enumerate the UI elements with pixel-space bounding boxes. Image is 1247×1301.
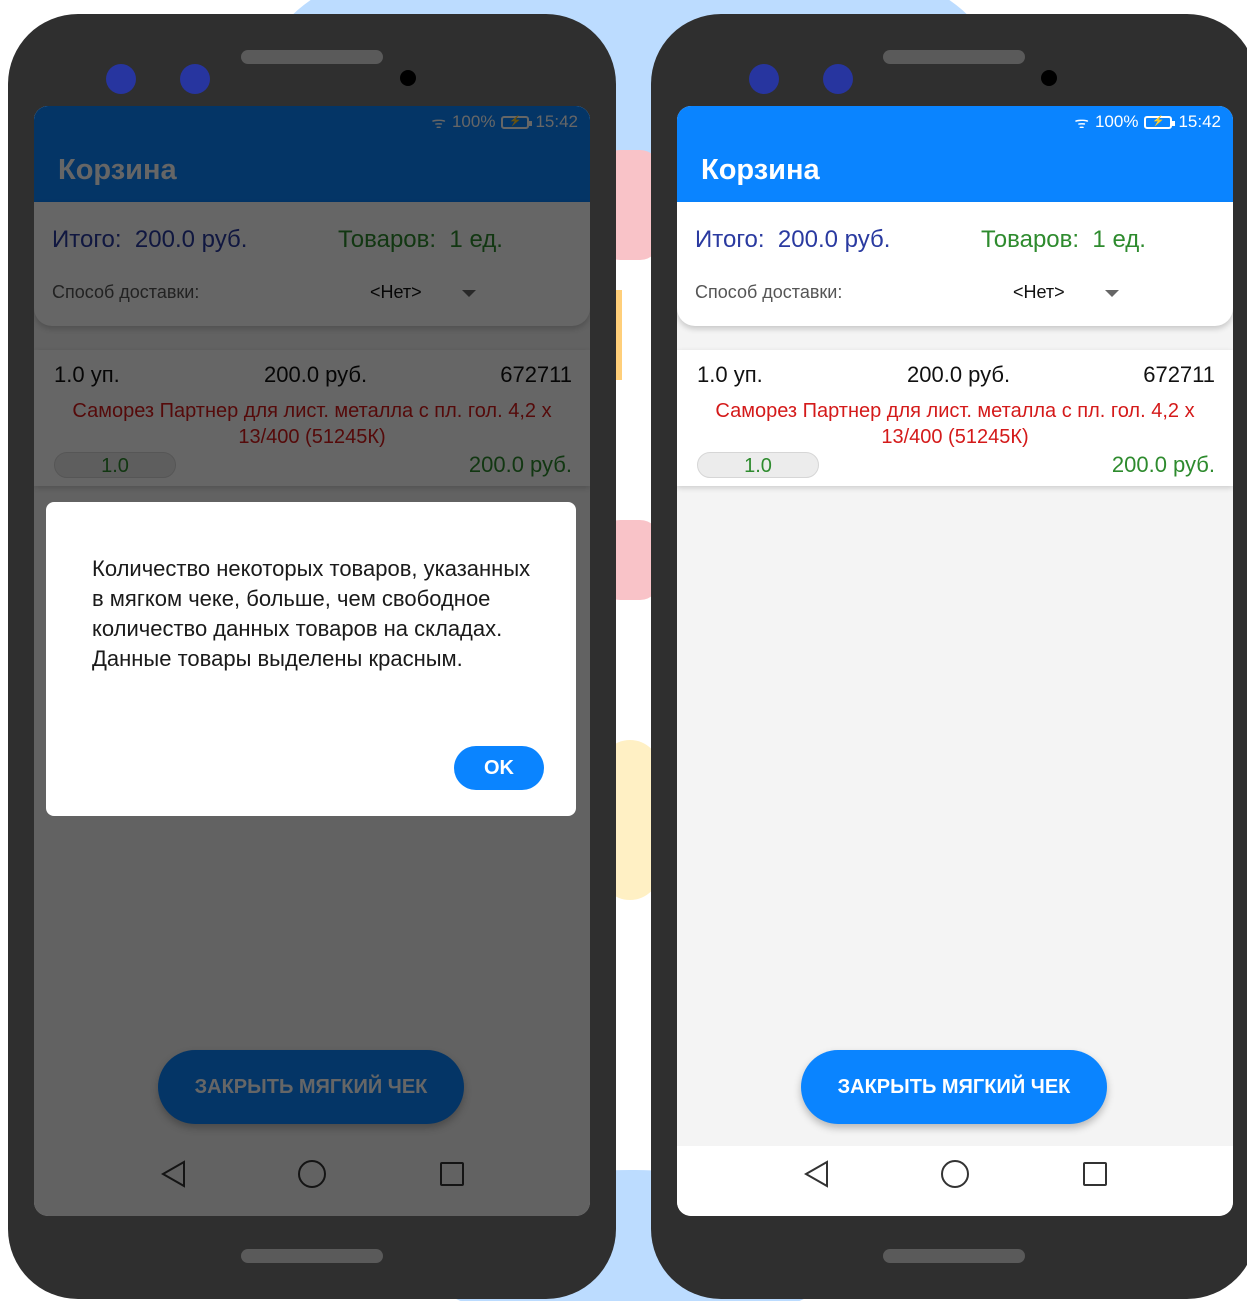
front-camera-2 <box>823 64 853 94</box>
status-time: 15:42 <box>1178 112 1221 131</box>
wifi-icon: ᯤ <box>1074 115 1089 132</box>
item-quantity-unit: 1.0 уп. <box>697 362 763 387</box>
summary-card: Итого: 200.0 руб. Товаров: 1 ед. Способ … <box>677 202 1233 326</box>
bottom-speaker <box>883 1249 1025 1263</box>
home-icon[interactable] <box>941 1160 969 1188</box>
status-bar: ᯤ 100% ⚡ 15:42 <box>677 106 1233 138</box>
item-price: 200.0 руб. <box>907 362 1011 387</box>
page-title: Корзина <box>701 153 820 186</box>
phone-left: ᯤ 100% ⚡ 15:42 Корзина Итого: 200.0 руб.… <box>8 14 616 1299</box>
chevron-down-icon[interactable] <box>1105 290 1119 297</box>
front-camera <box>106 64 136 94</box>
earpiece-speaker <box>883 50 1025 64</box>
item-code: 672711 <box>1143 362 1215 387</box>
total-value: 200.0 руб. <box>777 226 891 253</box>
delivery-select[interactable]: <Нет> <box>1013 282 1065 303</box>
earpiece-speaker <box>241 50 383 64</box>
items-count: Товаров: 1 ед. <box>981 226 1146 254</box>
ok-button[interactable]: OK <box>454 746 544 790</box>
screen: ᯤ 100% ⚡ 15:42 Корзина Итого: 200.0 руб.… <box>34 106 590 1216</box>
item-sum: 200.0 руб. <box>1111 452 1215 477</box>
delivery-label: Способ доставки: <box>695 282 843 302</box>
dialog-message: Количество некоторых товаров, указанных … <box>92 556 531 671</box>
total: Итого: 200.0 руб. <box>695 226 890 254</box>
app-bar: Корзина <box>677 138 1233 202</box>
total-label: Итого: <box>695 226 765 253</box>
battery-icon: ⚡ <box>1144 115 1176 129</box>
item-name: Саморез Партнер для лист. металла с пл. … <box>715 400 1195 448</box>
navigation-bar <box>677 1146 1233 1216</box>
front-camera <box>749 64 779 94</box>
quantity-input[interactable]: 1.0 <box>697 452 819 478</box>
close-receipt-button[interactable]: ЗАКРЫТЬ МЯГКИЙ ЧЕК <box>801 1050 1107 1124</box>
items-value: 1 ед. <box>1092 226 1146 253</box>
phone-right: ᯤ 100% ⚡ 15:42 Корзина Итого: 200.0 руб.… <box>651 14 1247 1299</box>
front-camera-2 <box>180 64 210 94</box>
screen: ᯤ 100% ⚡ 15:42 Корзина Итого: 200.0 руб.… <box>677 106 1233 1216</box>
alert-dialog: Количество некоторых товаров, указанных … <box>46 502 576 816</box>
bottom-speaker <box>241 1249 383 1263</box>
list-item[interactable]: 1.0 уп. 200.0 руб. 672711 Саморез Партне… <box>677 350 1233 486</box>
items-label: Товаров: <box>981 226 1080 253</box>
proximity-sensor <box>1041 70 1057 86</box>
proximity-sensor <box>400 70 416 86</box>
battery-percent: 100% <box>1094 112 1139 131</box>
back-icon[interactable] <box>803 1160 829 1188</box>
recent-apps-icon[interactable] <box>1083 1162 1107 1186</box>
